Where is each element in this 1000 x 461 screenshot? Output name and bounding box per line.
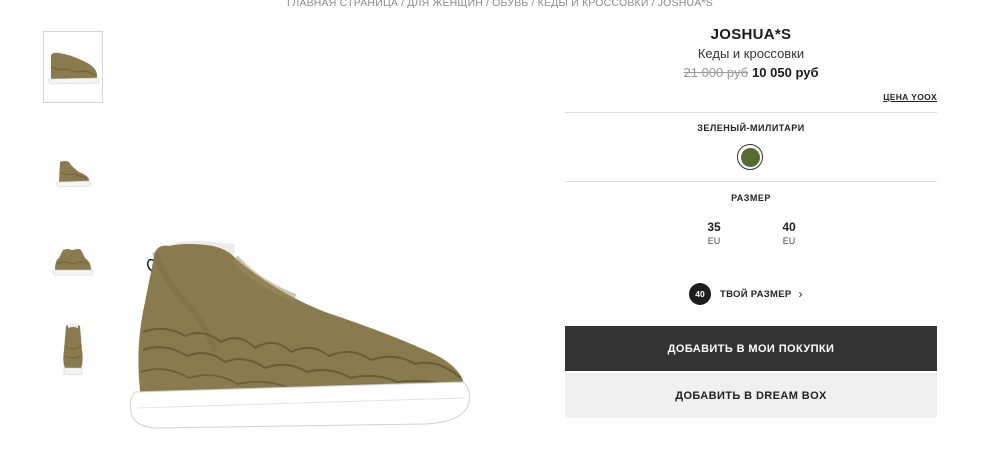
sale-price: 10 050 руб	[752, 65, 819, 80]
divider	[565, 112, 937, 113]
breadcrumb-brand[interactable]: JOSHUA*S	[658, 0, 713, 9]
size-unit: EU	[782, 236, 796, 246]
breadcrumb-separator: /	[486, 0, 490, 9]
your-size-link[interactable]: 40 ТВОЙ РАЗМЕР ›	[689, 283, 802, 305]
size-number: 35	[707, 220, 721, 234]
thumbnail-4[interactable]	[43, 312, 103, 384]
thumbnail-2[interactable]	[43, 136, 103, 208]
brand-name[interactable]: JOSHUA*S	[565, 26, 937, 43]
shoe-side-view-icon	[52, 249, 94, 276]
yoox-price-link[interactable]: ЦЕНА YOOX	[883, 92, 937, 102]
size-option-40[interactable]: 40 EU	[769, 220, 809, 246]
add-to-cart-button[interactable]: ДОБАВИТЬ В МОИ ПОКУПКИ	[565, 326, 937, 371]
main-product-image[interactable]	[125, 232, 470, 432]
thumbnail-3[interactable]	[43, 224, 103, 296]
divider	[565, 181, 937, 182]
breadcrumb-sneakers[interactable]: КЕДЫ И КРОССОВКИ	[538, 0, 649, 9]
old-price: 21 000 руб	[683, 65, 749, 80]
chevron-right-icon: ›	[798, 287, 803, 301]
shoe-image-icon	[130, 240, 470, 429]
color-label: ЗЕЛЕНЫЙ-МИЛИТАРИ	[697, 123, 805, 133]
shoe-front-view-icon	[63, 322, 83, 376]
size-unit: EU	[707, 236, 721, 246]
color-swatch-fill	[740, 147, 760, 167]
your-size-badge: 40	[689, 283, 711, 305]
breadcrumb: ГЛАВНАЯ СТРАНИЦА / ДЛЯ ЖЕНЩИН / ОБУВЬ / КЕДЫ И…	[0, 0, 1000, 9]
breadcrumb-separator: /	[651, 0, 655, 9]
color-swatch[interactable]	[737, 144, 763, 170]
breadcrumb-separator: /	[401, 0, 405, 9]
breadcrumb-separator: /	[531, 0, 535, 9]
size-label: РАЗМЕР	[731, 193, 771, 203]
breadcrumb-women[interactable]: ДЛЯ ЖЕНЩИН	[407, 0, 483, 9]
size-option-35[interactable]: 35 EU	[694, 220, 734, 246]
size-number: 40	[782, 220, 796, 234]
add-to-dream-box-button[interactable]: ДОБАВИТЬ В DREAM BOX	[565, 373, 937, 418]
product-category: Кеды и кроссовки	[697, 46, 805, 61]
shoe-side-view-icon	[56, 161, 92, 188]
breadcrumb-home[interactable]: ГЛАВНАЯ СТРАНИЦА	[287, 0, 398, 9]
your-size-label: ТВОЙ РАЗМЕР	[720, 288, 792, 300]
shoe-side-view-icon	[48, 52, 100, 85]
breadcrumb-shoes[interactable]: ОБУВЬ	[492, 0, 528, 9]
thumbnail-1[interactable]	[43, 31, 103, 103]
price-block: 21 000 руб 10 050 руб	[565, 65, 937, 80]
